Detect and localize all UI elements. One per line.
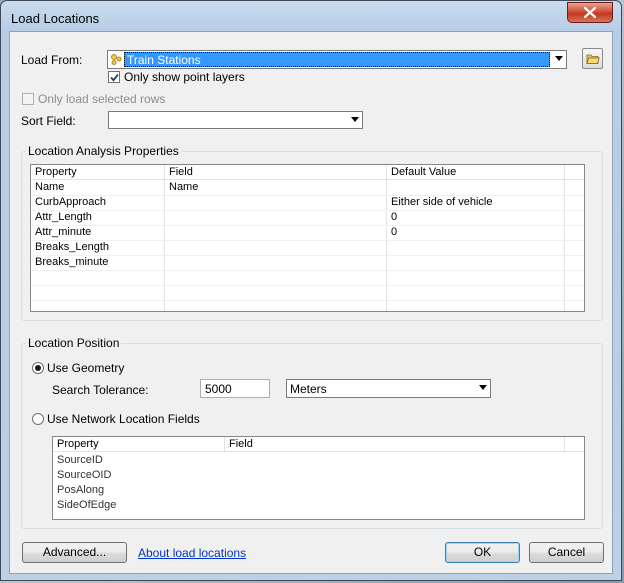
table-row-property[interactable]: SourceOID bbox=[57, 469, 111, 481]
table-row-default[interactable]: 0 bbox=[391, 211, 397, 223]
column-divider bbox=[224, 437, 225, 452]
column-header-field: Field bbox=[229, 438, 253, 450]
use-network-fields-label: Use Network Location Fields bbox=[47, 412, 200, 426]
only-point-layers-label: Only show point layers bbox=[124, 70, 245, 84]
table-row-property[interactable]: Breaks_Length bbox=[35, 241, 109, 253]
sort-field-label: Sort Field: bbox=[21, 114, 76, 128]
column-divider bbox=[386, 165, 387, 311]
table-row-property[interactable]: Attr_minute bbox=[35, 226, 91, 238]
use-geometry-radio[interactable] bbox=[32, 362, 44, 374]
about-load-locations-link[interactable]: About load locations bbox=[138, 546, 246, 560]
load-from-value: Train Stations bbox=[127, 53, 201, 67]
load-locations-dialog: Load Locations Load From: Train Stations bbox=[0, 0, 622, 581]
row-divider bbox=[31, 240, 584, 241]
table-row-property[interactable]: CurbApproach bbox=[35, 196, 106, 208]
radio-dot bbox=[35, 365, 41, 371]
column-divider bbox=[564, 165, 565, 311]
table-row-property[interactable]: Name bbox=[35, 181, 64, 193]
column-header-default-value: Default Value bbox=[391, 166, 457, 178]
chevron-down-icon bbox=[479, 385, 487, 390]
row-divider bbox=[31, 255, 584, 256]
table-row-field[interactable]: Name bbox=[169, 181, 198, 193]
search-tolerance-input[interactable]: 5000 bbox=[200, 379, 270, 398]
grid-header bbox=[53, 437, 584, 452]
dialog-body: Load From: Train Stations Only show poin… bbox=[9, 31, 613, 574]
tolerance-units-value: Meters bbox=[290, 382, 327, 396]
table-row-property[interactable]: Attr_Length bbox=[35, 211, 92, 223]
load-from-combo[interactable]: Train Stations bbox=[107, 50, 567, 69]
analysis-properties-grid[interactable]: Property Field Default Value Name Name C… bbox=[30, 164, 585, 312]
browse-button[interactable] bbox=[582, 48, 603, 69]
table-row-property[interactable]: PosAlong bbox=[57, 484, 104, 496]
advanced-button[interactable]: Advanced... bbox=[22, 542, 127, 563]
search-tolerance-label: Search Tolerance: bbox=[52, 383, 149, 397]
row-divider bbox=[31, 210, 584, 211]
close-icon bbox=[584, 7, 596, 18]
network-fields-grid[interactable]: Property Field SourceID SourceOID PosAlo… bbox=[52, 436, 585, 520]
table-row-default[interactable]: 0 bbox=[391, 226, 397, 238]
only-selected-rows-label: Only load selected rows bbox=[38, 92, 166, 106]
table-row-property[interactable]: Breaks_minute bbox=[35, 256, 108, 268]
column-header-field: Field bbox=[169, 166, 193, 178]
sort-field-combo[interactable] bbox=[108, 111, 363, 129]
title-bar[interactable]: Load Locations bbox=[1, 1, 621, 35]
search-tolerance-value: 5000 bbox=[205, 382, 232, 396]
open-folder-icon bbox=[586, 54, 600, 64]
point-layer-icon bbox=[111, 54, 122, 65]
row-divider bbox=[31, 285, 584, 286]
column-header-property: Property bbox=[57, 438, 99, 450]
row-divider bbox=[31, 300, 584, 301]
only-selected-rows-checkbox[interactable] bbox=[22, 93, 34, 105]
load-from-label: Load From: bbox=[21, 53, 83, 67]
column-divider bbox=[164, 165, 165, 311]
column-divider bbox=[564, 437, 565, 452]
dialog-title: Load Locations bbox=[11, 11, 100, 26]
checkmark-icon bbox=[110, 73, 119, 82]
location-position-title: Location Position bbox=[26, 336, 122, 350]
ok-button[interactable]: OK bbox=[445, 542, 520, 563]
use-network-fields-radio[interactable] bbox=[32, 413, 44, 425]
table-row-property[interactable]: SourceID bbox=[57, 454, 103, 466]
use-geometry-label: Use Geometry bbox=[47, 361, 125, 375]
only-point-layers-checkbox[interactable] bbox=[108, 71, 120, 83]
close-button[interactable] bbox=[567, 2, 613, 23]
row-divider bbox=[31, 195, 584, 196]
chevron-down-icon bbox=[555, 56, 563, 61]
table-row-default[interactable]: Either side of vehicle bbox=[391, 196, 493, 208]
row-divider bbox=[31, 225, 584, 226]
load-from-selection: Train Stations bbox=[124, 52, 550, 67]
grid-header bbox=[31, 165, 584, 180]
table-row-property[interactable]: SideOfEdge bbox=[57, 499, 116, 511]
column-header-property: Property bbox=[35, 166, 77, 178]
tolerance-units-combo[interactable]: Meters bbox=[286, 379, 491, 398]
row-divider bbox=[31, 270, 584, 271]
cancel-button[interactable]: Cancel bbox=[529, 542, 604, 563]
chevron-down-icon bbox=[351, 117, 359, 122]
analysis-properties-title: Location Analysis Properties bbox=[26, 144, 181, 158]
